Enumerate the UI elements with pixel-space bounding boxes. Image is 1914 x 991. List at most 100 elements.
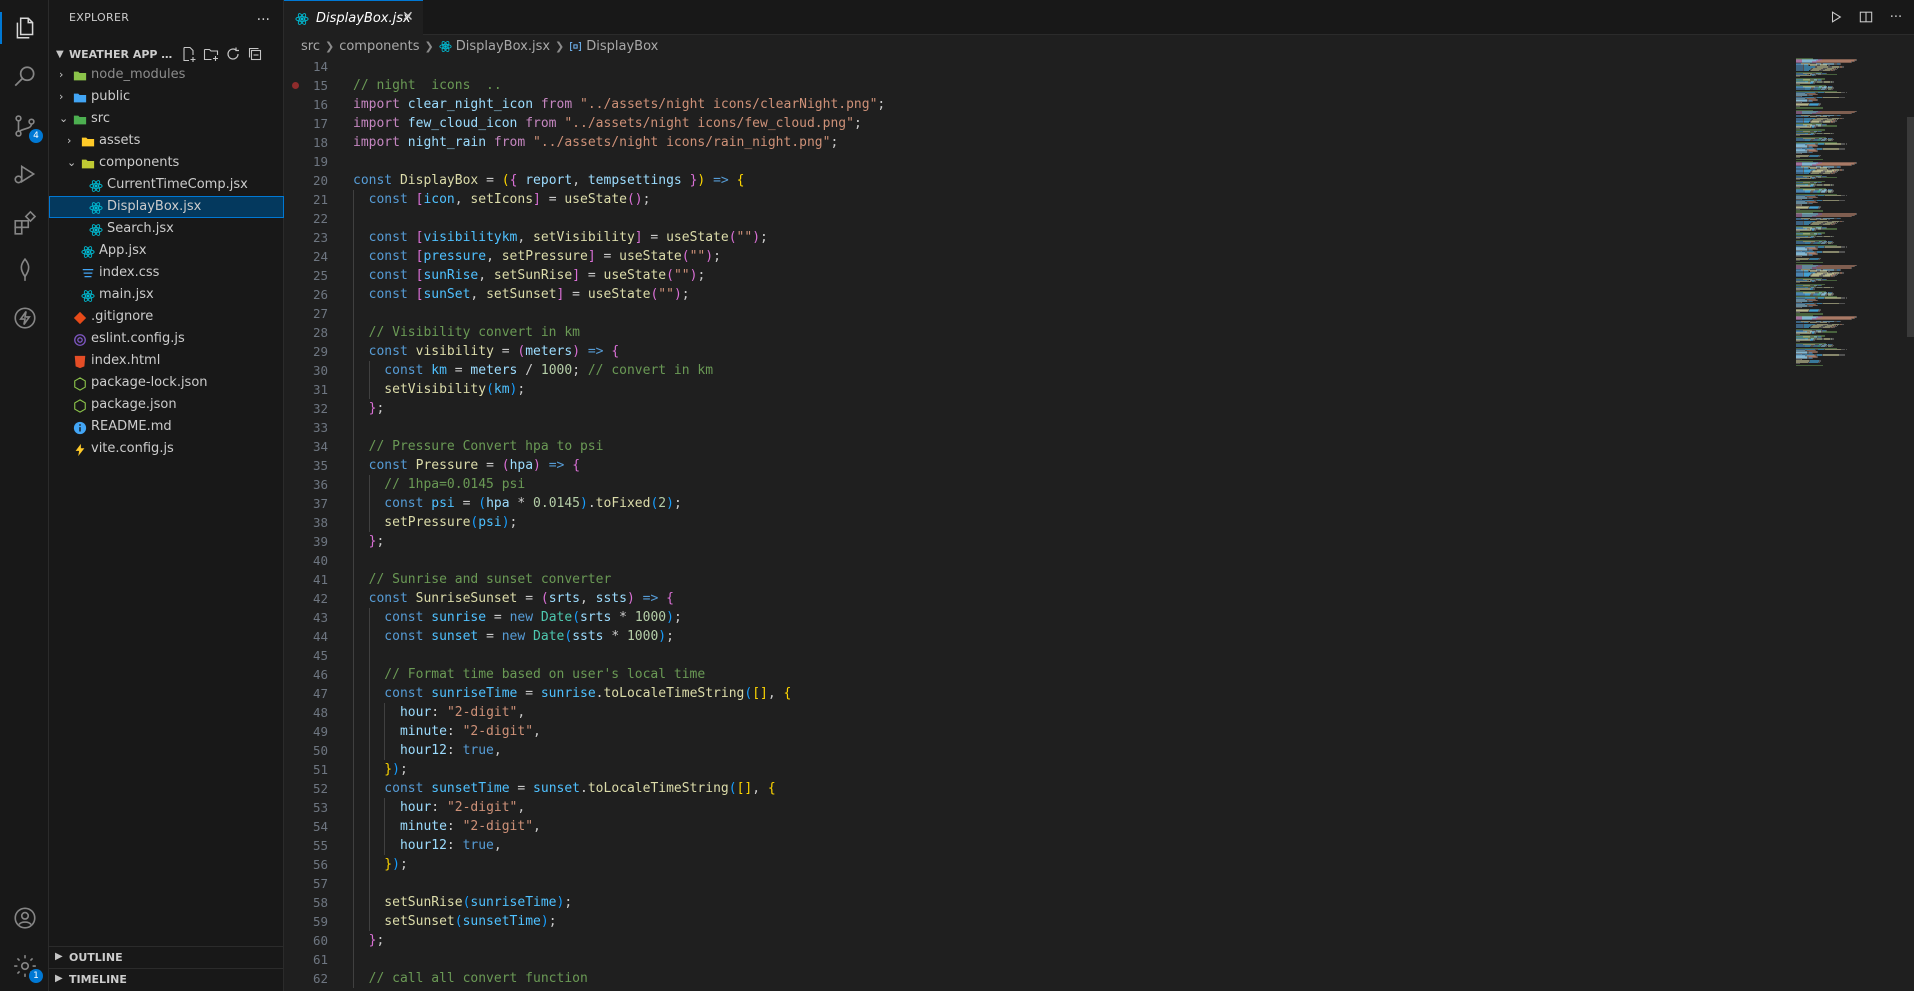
folder-icon xyxy=(73,68,87,82)
breadcrumb-src[interactable]: src xyxy=(301,39,320,54)
tree-file[interactable]: index.css xyxy=(49,262,284,284)
code-token: const xyxy=(353,230,416,245)
minimap-mark xyxy=(1835,274,1837,276)
minimap-mark xyxy=(1814,126,1816,128)
minimap-mark xyxy=(1853,317,1855,319)
tree-file[interactable]: main.jsx xyxy=(49,284,284,306)
tree-file[interactable]: index.html xyxy=(49,350,284,372)
tree-item-label: public xyxy=(91,89,131,104)
chevron-right-icon: › xyxy=(59,90,64,103)
tree-folder[interactable]: ⌄ src xyxy=(49,108,284,130)
tree-file[interactable]: CurrentTimeComp.jsx xyxy=(49,174,284,196)
code-line: 38 setPressure(psi); xyxy=(284,513,1784,532)
code-line: 34 // Pressure Convert hpa to psi xyxy=(284,437,1784,456)
more-actions-button[interactable]: ··· xyxy=(257,12,270,28)
minimap-mark xyxy=(1818,361,1820,363)
code-token: ) xyxy=(673,287,682,302)
code-token: ] xyxy=(533,192,541,207)
code-text: // 1hpa=0.0145 psi xyxy=(353,475,525,494)
minimap-mark xyxy=(1816,196,1818,199)
tree-file[interactable]: package-lock.json xyxy=(49,372,284,394)
outline-section[interactable]: ▶ OUTLINE xyxy=(49,946,284,969)
line-number: 34 xyxy=(312,439,328,454)
vertical-scrollbar[interactable] xyxy=(1907,57,1914,991)
manage-gear-icon[interactable]: 1 xyxy=(11,952,43,983)
more-icon[interactable]: ··· xyxy=(1888,9,1904,25)
breadcrumb-file[interactable]: DisplayBox.jsx xyxy=(456,39,550,54)
tree-folder[interactable]: › assets xyxy=(49,130,284,152)
code-token: ; xyxy=(830,135,839,150)
minimap-mark xyxy=(1820,257,1822,260)
code-token: Date xyxy=(533,629,565,644)
line-number: 51 xyxy=(312,762,328,777)
new-file-icon[interactable] xyxy=(181,46,197,62)
code-text: // night icons .. xyxy=(353,76,502,95)
tree-folder[interactable]: ⌄ components xyxy=(49,152,284,174)
split-editor-icon[interactable] xyxy=(1858,9,1874,25)
tree-folder[interactable]: › node_modules xyxy=(49,64,284,86)
code-token: const xyxy=(353,344,416,359)
breadcrumb-symbol[interactable]: DisplayBox xyxy=(586,39,658,54)
tree-file[interactable]: Search.jsx xyxy=(49,218,284,240)
search-icon[interactable] xyxy=(11,63,39,91)
tree-file[interactable]: package.json xyxy=(49,394,284,416)
code-text: setSunRise(sunriseTime); xyxy=(353,893,572,912)
run-icon[interactable] xyxy=(1828,9,1844,25)
code-editor[interactable]: 14 15 // night icons .. 16 import clear_nigh… xyxy=(284,57,1784,991)
code-token: ; xyxy=(673,610,682,625)
code-token: import xyxy=(353,116,408,131)
tree-file[interactable]: .gitignore xyxy=(49,306,284,328)
minimap-mark xyxy=(1832,338,1834,340)
scrollbar-thumb[interactable] xyxy=(1907,117,1914,337)
tree-file[interactable]: App.jsx xyxy=(49,240,284,262)
code-line: 47 const sunriseTime = sunrise.toLocaleT… xyxy=(284,684,1784,703)
tree-folder[interactable]: › public xyxy=(49,86,284,108)
tab-displaybox[interactable]: DisplayBox.jsx ✕ xyxy=(284,0,423,35)
tree-file[interactable]: eslint.config.js xyxy=(49,328,284,350)
explorer-icon[interactable] xyxy=(11,14,39,42)
refresh-icon[interactable] xyxy=(225,46,241,62)
code-token: setVisibility xyxy=(533,230,635,245)
code-line: 35 const Pressure = (hpa) => { xyxy=(284,456,1784,475)
code-token: hpa xyxy=(486,496,510,511)
code-token: . xyxy=(587,496,596,511)
code-token: { xyxy=(509,173,526,188)
code-token: const xyxy=(353,249,416,264)
run-debug-icon[interactable] xyxy=(11,160,39,188)
source-control-icon[interactable]: 4 xyxy=(11,112,43,143)
mongodb-leaf-icon[interactable] xyxy=(11,256,39,284)
project-root[interactable]: ▼ WEATHER APP USI... xyxy=(49,44,284,66)
minimap-mark xyxy=(1845,194,1847,197)
tree-item-label: components xyxy=(99,155,180,170)
code-token: night_rain xyxy=(407,135,494,150)
code-token: ( xyxy=(540,591,549,606)
minimap[interactable] xyxy=(1794,57,1904,387)
indent-guide xyxy=(353,551,354,570)
code-token: = xyxy=(478,629,502,644)
breakpoint-dot[interactable] xyxy=(292,82,299,89)
code-line: 37 const psi = (hpa * 0.0145).toFixed(2)… xyxy=(284,494,1784,513)
timeline-section[interactable]: ▶ TIMELINE xyxy=(49,968,284,991)
code-text: setSunset(sunsetTime); xyxy=(353,912,557,931)
extensions-icon[interactable] xyxy=(11,209,39,237)
thunder-client-icon[interactable] xyxy=(11,304,39,332)
minimap-mark xyxy=(1833,223,1835,226)
code-token: { xyxy=(611,344,620,359)
new-folder-icon[interactable] xyxy=(203,46,219,62)
code-token: psi xyxy=(478,515,502,530)
code-token: = xyxy=(478,173,502,188)
minimap-mark xyxy=(1824,194,1841,197)
close-icon[interactable]: ✕ xyxy=(402,9,414,25)
line-number: 19 xyxy=(312,154,328,169)
tree-file[interactable]: DisplayBox.jsx xyxy=(49,196,284,218)
info-icon xyxy=(73,420,87,435)
breadcrumb-components[interactable]: components xyxy=(339,39,419,54)
tree-file[interactable]: README.md xyxy=(49,416,284,438)
minimap-mark xyxy=(1832,138,1834,141)
minimap-mark xyxy=(1820,309,1822,311)
tree-file[interactable]: vite.config.js xyxy=(49,438,284,460)
accounts-icon[interactable] xyxy=(11,904,39,932)
code-text: const [sunSet, setSunset] = useState("")… xyxy=(353,285,690,304)
collapse-all-icon[interactable] xyxy=(247,46,263,62)
code-token: ; xyxy=(548,914,557,929)
